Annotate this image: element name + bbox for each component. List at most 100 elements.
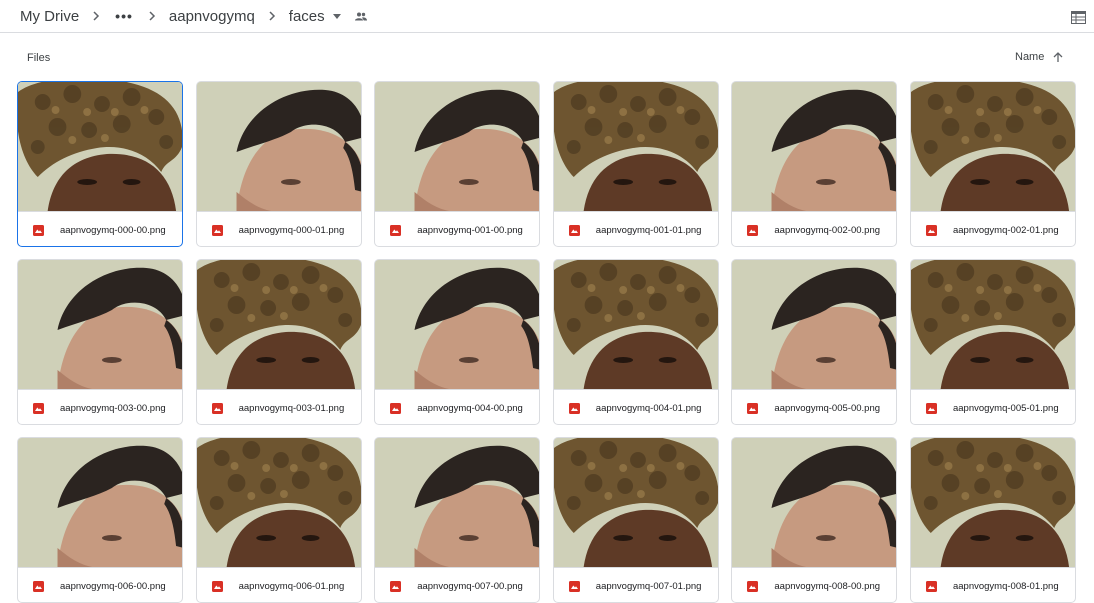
file-name-row: aapnvogymq-004-01.png	[553, 389, 718, 424]
image-file-icon	[925, 402, 937, 414]
file-name: aapnvogymq-001-01.png	[595, 224, 702, 236]
image-file-icon	[390, 580, 402, 592]
image-glyph	[927, 229, 935, 233]
image-file-icon	[33, 580, 44, 592]
image-file-icon	[925, 224, 937, 236]
file-thumbnail	[375, 260, 540, 389]
file-card[interactable]: aapnvogymq-008-01.png	[909, 437, 1076, 603]
breadcrumb-current-folder[interactable]: faces	[287, 8, 327, 25]
image-glyph	[213, 585, 221, 589]
file-card[interactable]: aapnvogymq-003-01.png	[195, 259, 362, 425]
file-thumbnail	[553, 260, 718, 389]
file-card[interactable]: aapnvogymq-001-01.png	[552, 81, 719, 247]
image-file-icon	[568, 224, 580, 236]
file-name: aapnvogymq-007-00.png	[417, 580, 523, 592]
file-card[interactable]: aapnvogymq-001-00.png	[374, 81, 541, 247]
image-glyph	[749, 585, 757, 589]
caret-down-icon[interactable]	[332, 13, 341, 19]
file-grid: aapnvogymq-000-00.png aapnvogymq-000-01.…	[17, 81, 1076, 603]
file-card[interactable]: aapnvogymq-002-00.png	[731, 81, 898, 247]
image-file-icon	[390, 402, 402, 414]
image-file-icon	[747, 402, 759, 414]
file-card[interactable]: aapnvogymq-006-00.png	[17, 437, 183, 603]
image-glyph	[35, 407, 42, 411]
file-card[interactable]: aapnvogymq-006-01.png	[195, 437, 362, 603]
chevron-right-icon	[137, 11, 167, 21]
file-thumbnail	[196, 260, 361, 389]
files-section-label: Files	[27, 52, 51, 64]
file-name-row: aapnvogymq-008-00.png	[732, 567, 897, 602]
file-card[interactable]: aapnvogymq-007-00.png	[374, 437, 541, 603]
file-card[interactable]: aapnvogymq-005-00.png	[731, 259, 898, 425]
file-thumbnail	[910, 82, 1075, 211]
breadcrumb-overflow-button[interactable]: •••	[111, 8, 137, 24]
image-file-icon	[33, 224, 44, 236]
file-card[interactable]: aapnvogymq-008-00.png	[731, 437, 898, 603]
file-name: aapnvogymq-000-00.png	[60, 224, 166, 236]
image-file-icon	[390, 224, 402, 236]
file-name: aapnvogymq-008-00.png	[774, 580, 881, 592]
file-thumbnail	[18, 260, 182, 389]
sort-by-name-button[interactable]: Name	[1015, 51, 1063, 63]
image-glyph	[749, 229, 757, 233]
image-file-icon	[747, 580, 759, 592]
sort-label: Name	[1015, 51, 1045, 63]
image-file-icon	[568, 580, 580, 592]
file-name-row: aapnvogymq-001-00.png	[375, 211, 540, 246]
top-bar: My Drive ••• aapnvogymq faces	[0, 0, 1094, 33]
breadcrumb: My Drive ••• aapnvogymq faces	[18, 0, 367, 32]
file-card[interactable]: aapnvogymq-002-01.png	[909, 81, 1076, 247]
list-view-icon[interactable]	[1069, 8, 1087, 26]
image-glyph	[392, 229, 400, 233]
file-name: aapnvogymq-003-01.png	[238, 402, 345, 414]
breadcrumb-parent-folder[interactable]: aapnvogymq	[167, 8, 257, 25]
arrow-up-icon	[1053, 51, 1063, 62]
file-card[interactable]: aapnvogymq-003-00.png	[17, 259, 183, 425]
file-name-row: aapnvogymq-002-00.png	[732, 211, 897, 246]
image-file-icon	[568, 402, 580, 414]
image-glyph	[35, 229, 42, 233]
chevron-right-icon	[81, 11, 111, 21]
file-name-row: aapnvogymq-007-00.png	[375, 567, 540, 602]
file-thumbnail	[18, 82, 182, 211]
file-name-row: aapnvogymq-005-01.png	[910, 389, 1075, 424]
file-name-row: aapnvogymq-008-01.png	[910, 567, 1075, 602]
image-glyph	[749, 407, 757, 411]
file-name-row: aapnvogymq-003-01.png	[196, 389, 361, 424]
file-name-row: aapnvogymq-006-00.png	[18, 567, 182, 602]
file-name: aapnvogymq-000-01.png	[238, 224, 345, 236]
file-card[interactable]: aapnvogymq-000-01.png	[195, 81, 362, 247]
image-glyph	[570, 229, 578, 233]
file-name: aapnvogymq-002-00.png	[774, 224, 881, 236]
file-name-row: aapnvogymq-000-00.png	[18, 211, 182, 246]
file-name-row: aapnvogymq-001-01.png	[553, 211, 718, 246]
file-name-row: aapnvogymq-003-00.png	[18, 389, 182, 424]
file-name: aapnvogymq-003-00.png	[60, 402, 166, 414]
file-thumbnail	[732, 82, 897, 211]
file-thumbnail	[196, 82, 361, 211]
file-name: aapnvogymq-004-01.png	[595, 402, 702, 414]
shared-people-icon	[354, 12, 367, 21]
chevron-right-icon	[257, 11, 287, 21]
file-name: aapnvogymq-004-00.png	[417, 402, 523, 414]
image-file-icon	[33, 402, 44, 414]
file-card[interactable]: aapnvogymq-004-01.png	[552, 259, 719, 425]
file-thumbnail	[375, 438, 540, 567]
file-name-row: aapnvogymq-002-01.png	[910, 211, 1075, 246]
image-file-icon	[747, 224, 759, 236]
file-name-row: aapnvogymq-006-01.png	[196, 567, 361, 602]
image-glyph	[35, 585, 42, 589]
file-card[interactable]: aapnvogymq-007-01.png	[552, 437, 719, 603]
file-name: aapnvogymq-005-00.png	[774, 402, 881, 414]
image-glyph	[392, 407, 400, 411]
image-glyph	[392, 585, 400, 589]
file-card[interactable]: aapnvogymq-000-00.png	[17, 81, 183, 247]
breadcrumb-my-drive[interactable]: My Drive	[18, 8, 81, 25]
image-glyph	[570, 585, 578, 589]
file-card[interactable]: aapnvogymq-004-00.png	[374, 259, 541, 425]
image-file-icon	[211, 224, 223, 236]
file-name: aapnvogymq-006-01.png	[238, 580, 345, 592]
file-card[interactable]: aapnvogymq-005-01.png	[909, 259, 1076, 425]
file-name: aapnvogymq-008-01.png	[952, 580, 1059, 592]
file-thumbnail	[732, 260, 897, 389]
